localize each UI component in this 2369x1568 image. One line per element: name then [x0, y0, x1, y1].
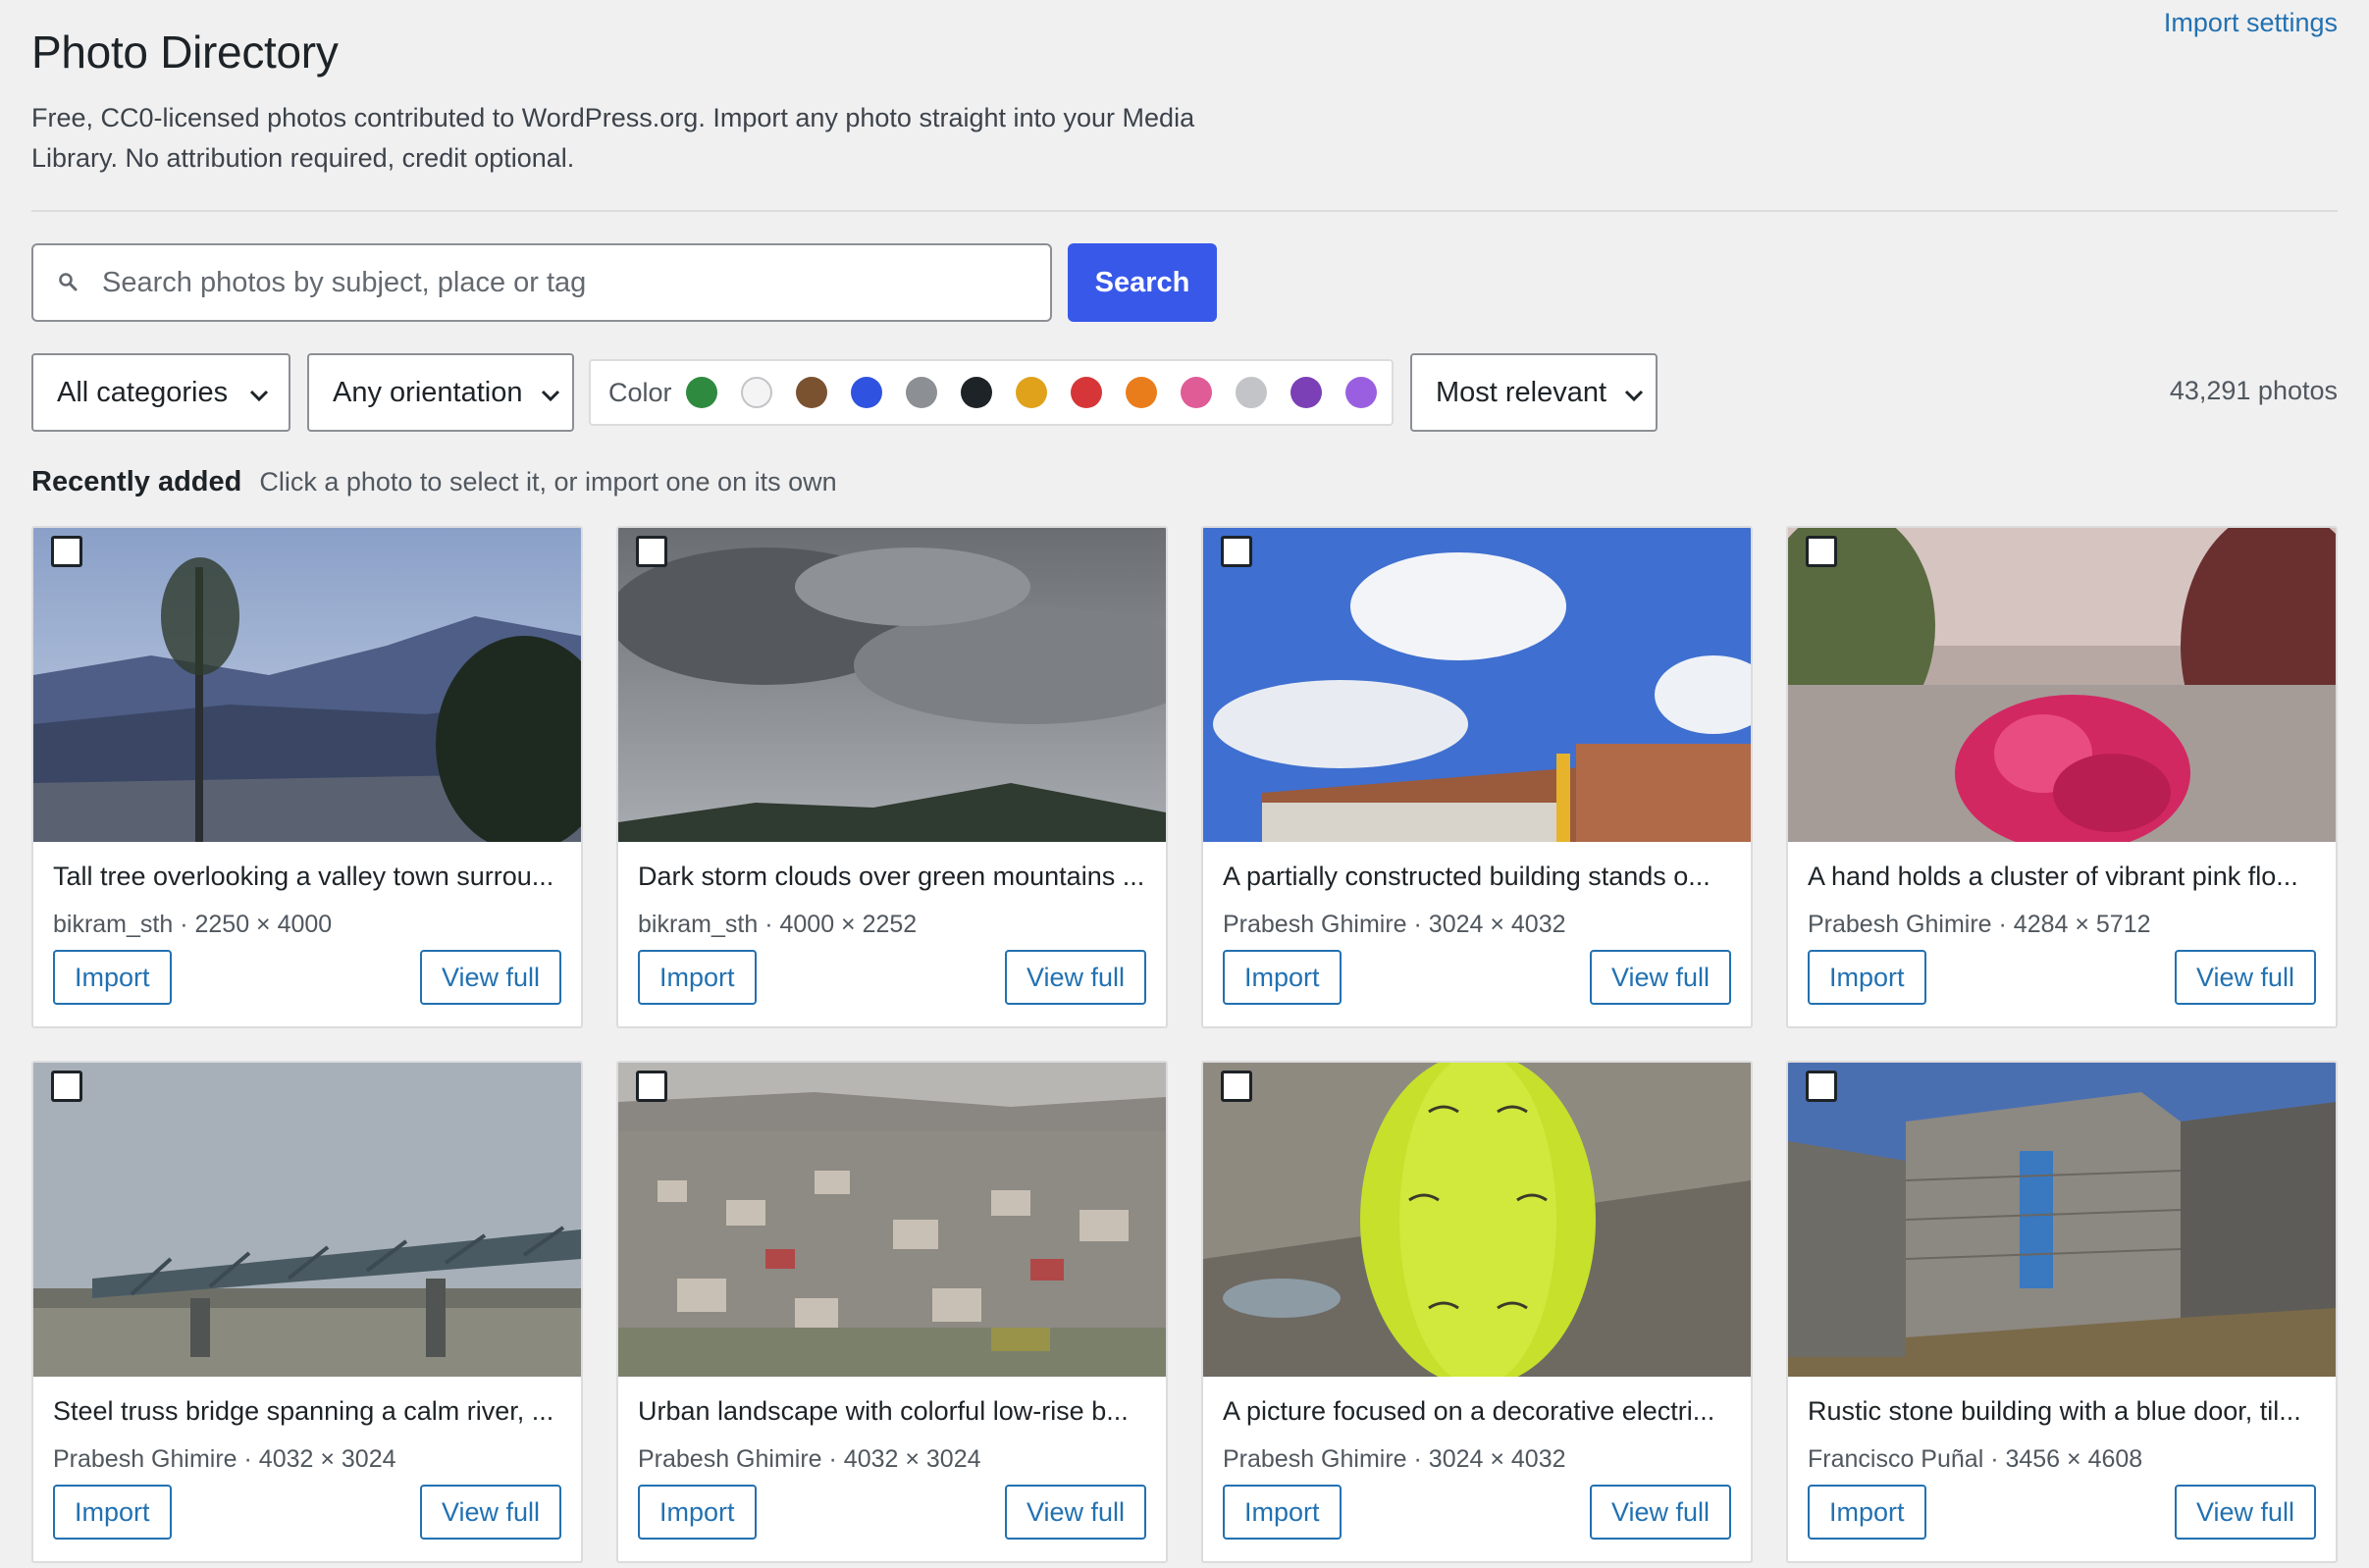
- search-input[interactable]: [88, 245, 1050, 320]
- import-button[interactable]: Import: [53, 950, 172, 1005]
- page-description: Free, CC0-licensed photos contributed to…: [31, 103, 1195, 173]
- section-hint: Click a photo to select it, or import on…: [259, 467, 837, 497]
- photo-count: 43,291 photos: [2169, 376, 2338, 405]
- view-full-button[interactable]: View full: [1004, 950, 1146, 1005]
- view-full-button[interactable]: View full: [2174, 1485, 2316, 1540]
- photo-card[interactable]: Tall tree overlooking a valley town surr…: [31, 526, 583, 1028]
- photo-card[interactable]: Rustic stone building with a blue door, …: [1786, 1061, 2338, 1563]
- import-button[interactable]: Import: [638, 1485, 757, 1540]
- photo-meta: Prabesh Ghimire · 4284 × 5712: [1808, 911, 2151, 938]
- color-swatch[interactable]: [1070, 377, 1102, 408]
- view-full-button[interactable]: View full: [419, 1485, 561, 1540]
- photo-thumbnail[interactable]: [1203, 528, 1751, 842]
- color-filter-label: Color: [608, 377, 672, 407]
- select-checkbox[interactable]: [1806, 536, 1837, 567]
- photo-thumbnail[interactable]: [1788, 1063, 2336, 1377]
- sort-select-value: Most relevant: [1436, 376, 1607, 408]
- search-button[interactable]: Search: [1068, 243, 1217, 322]
- color-swatch[interactable]: [1235, 377, 1267, 408]
- import-button[interactable]: Import: [1223, 1485, 1342, 1540]
- color-swatch[interactable]: [1290, 377, 1322, 408]
- search-icon: [49, 263, 88, 302]
- view-full-button[interactable]: View full: [1004, 1485, 1146, 1540]
- select-checkbox[interactable]: [1221, 536, 1252, 567]
- category-select-value: All categories: [57, 376, 229, 408]
- photo-card[interactable]: Urban landscape with colorful low-rise b…: [616, 1061, 1168, 1563]
- section-heading: Recently added Click a photo to select it…: [31, 466, 837, 498]
- select-checkbox[interactable]: [1806, 1071, 1837, 1102]
- chevron-down-icon: [539, 383, 562, 415]
- photo-meta: Prabesh Ghimire · 3024 × 4032: [1223, 911, 1566, 938]
- chevron-down-icon: [247, 383, 271, 415]
- photo-meta: Francisco Puñal · 3456 × 4608: [1808, 1445, 2143, 1473]
- view-full-button[interactable]: View full: [1589, 950, 1731, 1005]
- sort-select[interactable]: Most relevant: [1410, 353, 1658, 432]
- photo-title: A hand holds a cluster of vibrant pink f…: [1808, 862, 2298, 891]
- photo-thumbnail[interactable]: [618, 1063, 1166, 1377]
- photo-meta: Prabesh Ghimire · 4032 × 3024: [638, 1445, 981, 1473]
- page-title: Photo Directory: [31, 26, 339, 78]
- photo-card[interactable]: A picture focused on a decorative electr…: [1201, 1061, 1753, 1563]
- import-button[interactable]: Import: [1808, 950, 1926, 1005]
- photo-card[interactable]: A partially constructed building stands …: [1201, 526, 1753, 1028]
- view-full-button[interactable]: View full: [2174, 950, 2316, 1005]
- photo-title: Tall tree overlooking a valley town surr…: [53, 862, 554, 891]
- orientation-select[interactable]: Any orientation: [307, 353, 574, 432]
- color-swatch[interactable]: [905, 377, 937, 408]
- chevron-down-icon: [1622, 383, 1646, 415]
- divider: [31, 210, 2338, 212]
- view-full-button[interactable]: View full: [1589, 1485, 1731, 1540]
- photo-meta: Prabesh Ghimire · 4032 × 3024: [53, 1445, 396, 1473]
- photo-title: Rustic stone building with a blue door, …: [1808, 1396, 2301, 1426]
- select-checkbox[interactable]: [51, 1071, 82, 1102]
- view-full-button[interactable]: View full: [419, 950, 561, 1005]
- photo-thumbnail[interactable]: [33, 528, 581, 842]
- photo-card[interactable]: A hand holds a cluster of vibrant pink f…: [1786, 526, 2338, 1028]
- photo-thumbnail[interactable]: [33, 1063, 581, 1377]
- orientation-select-value: Any orientation: [333, 376, 523, 408]
- photo-card[interactable]: Steel truss bridge spanning a calm river…: [31, 1061, 583, 1563]
- color-swatch[interactable]: [740, 377, 772, 408]
- select-checkbox[interactable]: [51, 536, 82, 567]
- color-swatch[interactable]: [850, 377, 882, 408]
- color-swatch[interactable]: [685, 377, 717, 408]
- import-settings-link[interactable]: Import settings: [2164, 8, 2338, 38]
- import-button[interactable]: Import: [1223, 950, 1342, 1005]
- color-swatch[interactable]: [1344, 377, 1377, 408]
- photo-thumbnail[interactable]: [1788, 528, 2336, 842]
- photo-title: Steel truss bridge spanning a calm river…: [53, 1396, 554, 1426]
- photo-title: A partially constructed building stands …: [1223, 862, 1711, 891]
- color-filter: Color: [589, 359, 1394, 426]
- section-title: Recently added: [31, 466, 242, 497]
- import-button[interactable]: Import: [53, 1485, 172, 1540]
- photo-meta: bikram_sth · 4000 × 2252: [638, 911, 918, 938]
- photo-title: Urban landscape with colorful low-rise b…: [638, 1396, 1129, 1426]
- select-checkbox[interactable]: [636, 1071, 667, 1102]
- import-button[interactable]: Import: [1808, 1485, 1926, 1540]
- select-checkbox[interactable]: [636, 536, 667, 567]
- import-button[interactable]: Import: [638, 950, 757, 1005]
- photo-meta: Prabesh Ghimire · 3024 × 4032: [1223, 1445, 1566, 1473]
- photo-thumbnail[interactable]: [1203, 1063, 1751, 1377]
- color-swatch[interactable]: [1180, 377, 1212, 408]
- photo-title: A picture focused on a decorative electr…: [1223, 1396, 1715, 1426]
- category-select[interactable]: All categories: [31, 353, 290, 432]
- color-swatch[interactable]: [795, 377, 827, 408]
- photo-meta: bikram_sth · 2250 × 4000: [53, 911, 333, 938]
- photo-card[interactable]: Dark storm clouds over green mountains .…: [616, 526, 1168, 1028]
- color-swatch[interactable]: [1125, 377, 1157, 408]
- search-box: [31, 243, 1052, 322]
- select-checkbox[interactable]: [1221, 1071, 1252, 1102]
- photo-title: Dark storm clouds over green mountains .…: [638, 862, 1145, 891]
- color-swatch[interactable]: [960, 377, 992, 408]
- photo-thumbnail[interactable]: [618, 528, 1166, 842]
- color-swatch[interactable]: [1015, 377, 1047, 408]
